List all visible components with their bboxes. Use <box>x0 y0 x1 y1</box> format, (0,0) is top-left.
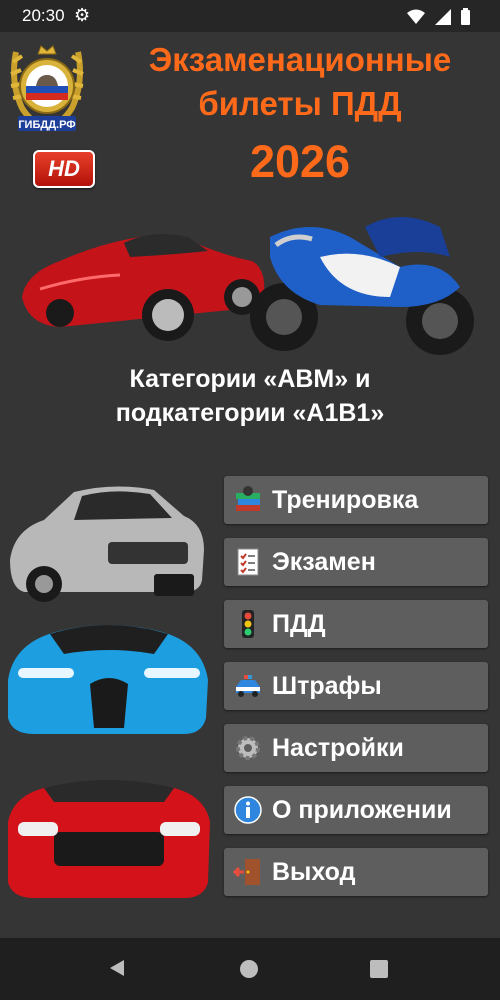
navigation-bar <box>0 938 500 1000</box>
settings-gear-icon: ⚙ <box>74 5 91 25</box>
traffic-rules-button[interactable]: ПДД <box>224 600 488 648</box>
training-button[interactable]: Тренировка <box>224 476 488 524</box>
silver-sedan-icon <box>10 486 204 602</box>
info-icon <box>232 794 264 826</box>
back-icon[interactable] <box>108 958 126 978</box>
police-car-icon <box>232 670 264 702</box>
categories-subtitle: Категории «ABM» и подкатегории «A1B1» <box>40 362 460 430</box>
status-icons <box>407 8 470 25</box>
motorcycle-icon <box>250 217 474 355</box>
checklist-icon <box>232 546 264 578</box>
battery-icon <box>461 8 470 25</box>
traffic-rules-label: ПДД <box>272 609 326 638</box>
gear-icon <box>232 732 264 764</box>
wifi-icon <box>407 9 425 24</box>
title-line-2: билеты ПДД <box>198 85 402 122</box>
gibdd-emblem-icon: ГИБДД.РФ <box>10 45 84 132</box>
fines-button[interactable]: Штрафы <box>224 662 488 710</box>
recent-apps-icon[interactable] <box>370 960 388 978</box>
title-line-1: Экзаменационные <box>148 41 452 78</box>
exit-door-icon <box>232 856 264 888</box>
exam-label: Экзамен <box>272 547 376 576</box>
cars-illustration <box>8 486 210 898</box>
settings-button[interactable]: Настройки <box>224 724 488 772</box>
blue-supercar-icon <box>8 625 208 734</box>
red-sports-car-icon <box>22 234 265 341</box>
status-time: 20:30 <box>22 6 65 25</box>
exit-label: Выход <box>272 857 356 886</box>
app-title: Экзаменационные билеты ПДД <box>110 38 490 126</box>
settings-label: Настройки <box>272 733 404 762</box>
hd-badge: HD <box>33 150 95 188</box>
subtitle-line-1: Категории «ABM» и <box>129 365 371 393</box>
cell-signal-icon <box>435 8 451 25</box>
books-icon <box>232 484 264 516</box>
emblem-text: ГИБДД.РФ <box>18 119 75 131</box>
exit-button[interactable]: Выход <box>224 848 488 896</box>
about-button[interactable]: О приложении <box>224 786 488 834</box>
car-and-motorcycle-image <box>22 217 474 355</box>
about-label: О приложении <box>272 795 452 824</box>
status-bar: 20:30 ⚙ <box>0 0 500 32</box>
main-menu: Тренировка Экзамен ПДД Штрафы Настройки <box>224 476 488 910</box>
title-year: 2026 <box>249 136 351 187</box>
home-icon[interactable] <box>240 960 258 978</box>
fines-label: Штрафы <box>272 671 382 700</box>
subtitle-line-2: подкатегории «A1B1» <box>115 399 385 427</box>
app-content: ГИБДД.РФ HD Экзаменационные билеты ПДД 2… <box>0 32 500 938</box>
traffic-light-icon <box>232 608 264 640</box>
training-label: Тренировка <box>272 485 419 514</box>
red-convertible-icon <box>8 780 210 898</box>
exam-button[interactable]: Экзамен <box>224 538 488 586</box>
